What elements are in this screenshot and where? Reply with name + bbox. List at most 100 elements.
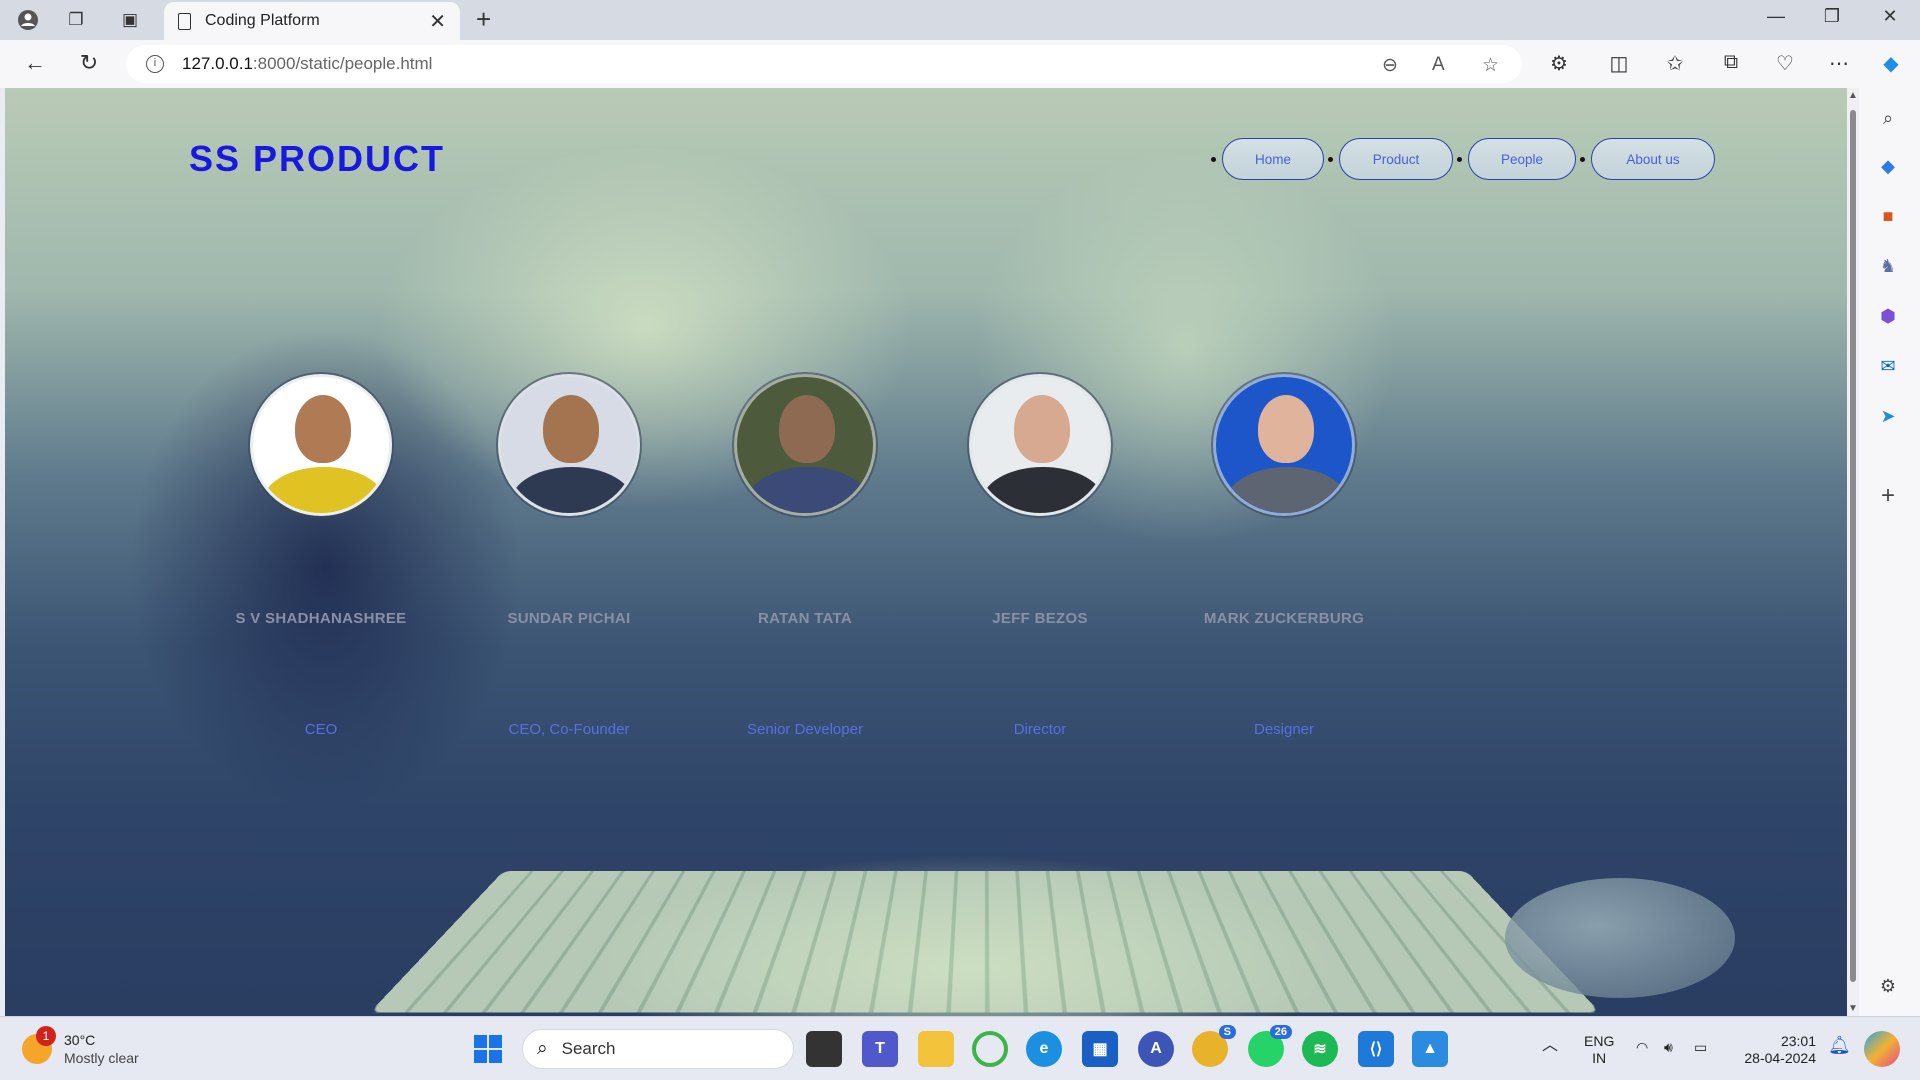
nav-bullet	[1211, 156, 1216, 162]
search-label: Search	[561, 1039, 616, 1058]
chrome-icon[interactable]: S	[1192, 1025, 1236, 1067]
clock-time: 23:01	[1780, 1033, 1816, 1049]
profile-icon[interactable]	[14, 6, 42, 34]
copilot-icon[interactable]: ◆	[1876, 51, 1906, 76]
scroll-down-icon[interactable]: ▼	[1848, 1003, 1858, 1014]
person-role: CEO, Co-Founder	[508, 721, 630, 738]
vertical-tabs-icon[interactable]: ▣	[116, 6, 144, 34]
weather-widget[interactable]: 1 30°C Mostly clear	[22, 1026, 139, 1067]
weather-icon: 1	[22, 1026, 56, 1064]
url-field[interactable]: i 127.0.0.1:8000/static/people.html ⊖ A …	[126, 45, 1522, 83]
favorite-star-icon[interactable]: ☆	[1482, 54, 1499, 77]
collections-icon[interactable]: ⧉	[1716, 51, 1746, 74]
shopping-icon[interactable]: ◆	[1874, 152, 1902, 180]
page-scrollbar[interactable]: ▲ ▼	[1847, 88, 1859, 1016]
zoom-icon[interactable]: ⊖	[1382, 54, 1398, 77]
person-card: JEFF BEZOS Director	[910, 374, 1170, 738]
extensions-icon[interactable]: ⚙	[1544, 51, 1574, 76]
person-role: Designer	[1253, 721, 1315, 738]
back-icon[interactable]: ←	[20, 50, 50, 78]
background-keyboard	[370, 870, 1600, 1013]
new-tab-icon[interactable]: +	[476, 4, 491, 35]
favorites-icon[interactable]: ✩	[1660, 51, 1690, 76]
app-a-icon[interactable]: A	[1138, 1031, 1174, 1067]
minimize-icon[interactable]: —	[1756, 6, 1796, 27]
scrollbar-thumb[interactable]	[1850, 110, 1856, 982]
store-icon[interactable]: ▦	[1082, 1031, 1118, 1067]
nav-bullet	[1580, 156, 1585, 162]
search-icon: ⌕	[537, 1038, 548, 1059]
outlook-icon[interactable]: ✉	[1874, 352, 1902, 380]
weather-temp: 30°C	[64, 1032, 96, 1048]
person-card: SUNDAR PICHAI CEO, Co-Founder	[439, 374, 699, 738]
avatar	[250, 374, 392, 516]
close-tab-icon[interactable]: ✕	[429, 9, 446, 34]
page-icon	[178, 12, 191, 30]
refresh-icon[interactable]: ↻	[74, 50, 104, 78]
lang-top: ENG	[1584, 1033, 1615, 1049]
workspaces-icon[interactable]: ❐	[62, 6, 90, 34]
refresh-app-icon[interactable]	[972, 1031, 1008, 1067]
chrome-badge: S	[1218, 1025, 1236, 1039]
nav-home-button[interactable]: Home	[1222, 138, 1324, 180]
spotify-icon[interactable]: ≋	[1302, 1031, 1338, 1067]
person-card: RATAN TATA Senior Developer	[675, 374, 935, 738]
edge-icon[interactable]: e	[1026, 1031, 1062, 1067]
nav-bullet	[1328, 156, 1333, 162]
site-nav: Home Product People About us	[1209, 138, 1717, 180]
whatsapp-icon[interactable]: 26	[1248, 1025, 1292, 1067]
copilot-taskbar-icon[interactable]	[1864, 1031, 1900, 1067]
person-name: SUNDAR PICHAI	[507, 610, 631, 627]
language-indicator[interactable]: ENG IN	[1584, 1033, 1614, 1067]
site-info-icon[interactable]: i	[146, 55, 164, 73]
url-path: :8000/static/people.html	[252, 54, 433, 73]
tab-bar: ❐ ▣ Coding Platform ✕ + — ❐ ✕	[0, 0, 1920, 40]
nav-about-button[interactable]: About us	[1591, 138, 1715, 180]
photos-icon[interactable]: ▲	[1412, 1031, 1448, 1067]
avatar	[1213, 374, 1355, 516]
restore-icon[interactable]: ❐	[1812, 6, 1852, 27]
read-aloud-icon[interactable]: A	[1432, 54, 1445, 76]
person-name: S V SHADHANASHREE	[235, 610, 407, 627]
file-explorer-icon[interactable]	[918, 1031, 954, 1067]
avatar	[969, 374, 1111, 516]
clock-date: 28-04-2024	[1744, 1050, 1816, 1066]
wifi-icon[interactable]: ◠	[1636, 1039, 1648, 1056]
person-name: JEFF BEZOS	[992, 610, 1088, 627]
url-host: 127.0.0.1	[182, 54, 253, 73]
site-brand: SS PRODUCT	[189, 138, 446, 179]
microsoft365-icon[interactable]: ⬢	[1874, 302, 1902, 330]
edge-sidebar: ⌕ ◆ ■ ♞ ⬢ ✉ ➤ + ⚙	[1859, 88, 1920, 1016]
whatsapp-badge: 26	[1269, 1025, 1292, 1039]
send-icon[interactable]: ➤	[1874, 402, 1902, 430]
browser-essentials-icon[interactable]: ♡	[1770, 51, 1800, 76]
volume-icon[interactable]: 🔊︎	[1664, 1039, 1673, 1056]
add-sidebar-app-icon[interactable]: +	[1874, 482, 1902, 510]
more-menu-icon[interactable]: ⋯	[1824, 51, 1854, 76]
split-screen-icon[interactable]: ◫	[1604, 51, 1634, 76]
battery-icon[interactable]: ▭	[1694, 1039, 1707, 1056]
weather-desc: Mostly clear	[64, 1050, 139, 1066]
taskbar: 1 30°C Mostly clear ⌕ Search T e ▦ A S 2…	[0, 1016, 1920, 1080]
search-icon[interactable]: ⌕	[1874, 104, 1902, 132]
nav-product-button[interactable]: Product	[1339, 138, 1453, 180]
tools-icon[interactable]: ■	[1874, 202, 1902, 230]
clock[interactable]: 23:01 28-04-2024	[1730, 1033, 1816, 1067]
address-bar: ← ↻ i 127.0.0.1:8000/static/people.html …	[0, 40, 1920, 88]
close-window-icon[interactable]: ✕	[1870, 6, 1910, 27]
notification-bell-icon[interactable]: 🔔︎	[1828, 1036, 1851, 1054]
show-hidden-icons[interactable]: ︿	[1542, 1037, 1558, 1054]
sidebar-settings-icon[interactable]: ⚙	[1874, 972, 1902, 1000]
background-mouse	[1505, 878, 1735, 998]
games-icon[interactable]: ♞	[1874, 252, 1902, 280]
teams-icon[interactable]: T	[862, 1031, 898, 1067]
person-card: S V SHADHANASHREE CEO	[191, 374, 451, 738]
vscode-icon[interactable]: ⟨⟩	[1358, 1031, 1394, 1067]
scroll-up-icon[interactable]: ▲	[1848, 90, 1858, 101]
tab-coding-platform[interactable]: Coding Platform ✕	[164, 2, 460, 40]
task-view-icon[interactable]	[806, 1031, 842, 1067]
nav-people-button[interactable]: People	[1468, 138, 1576, 180]
taskbar-search[interactable]: ⌕ Search	[522, 1029, 794, 1069]
weather-badge: 1	[36, 1026, 56, 1046]
start-icon[interactable]	[470, 1031, 506, 1067]
